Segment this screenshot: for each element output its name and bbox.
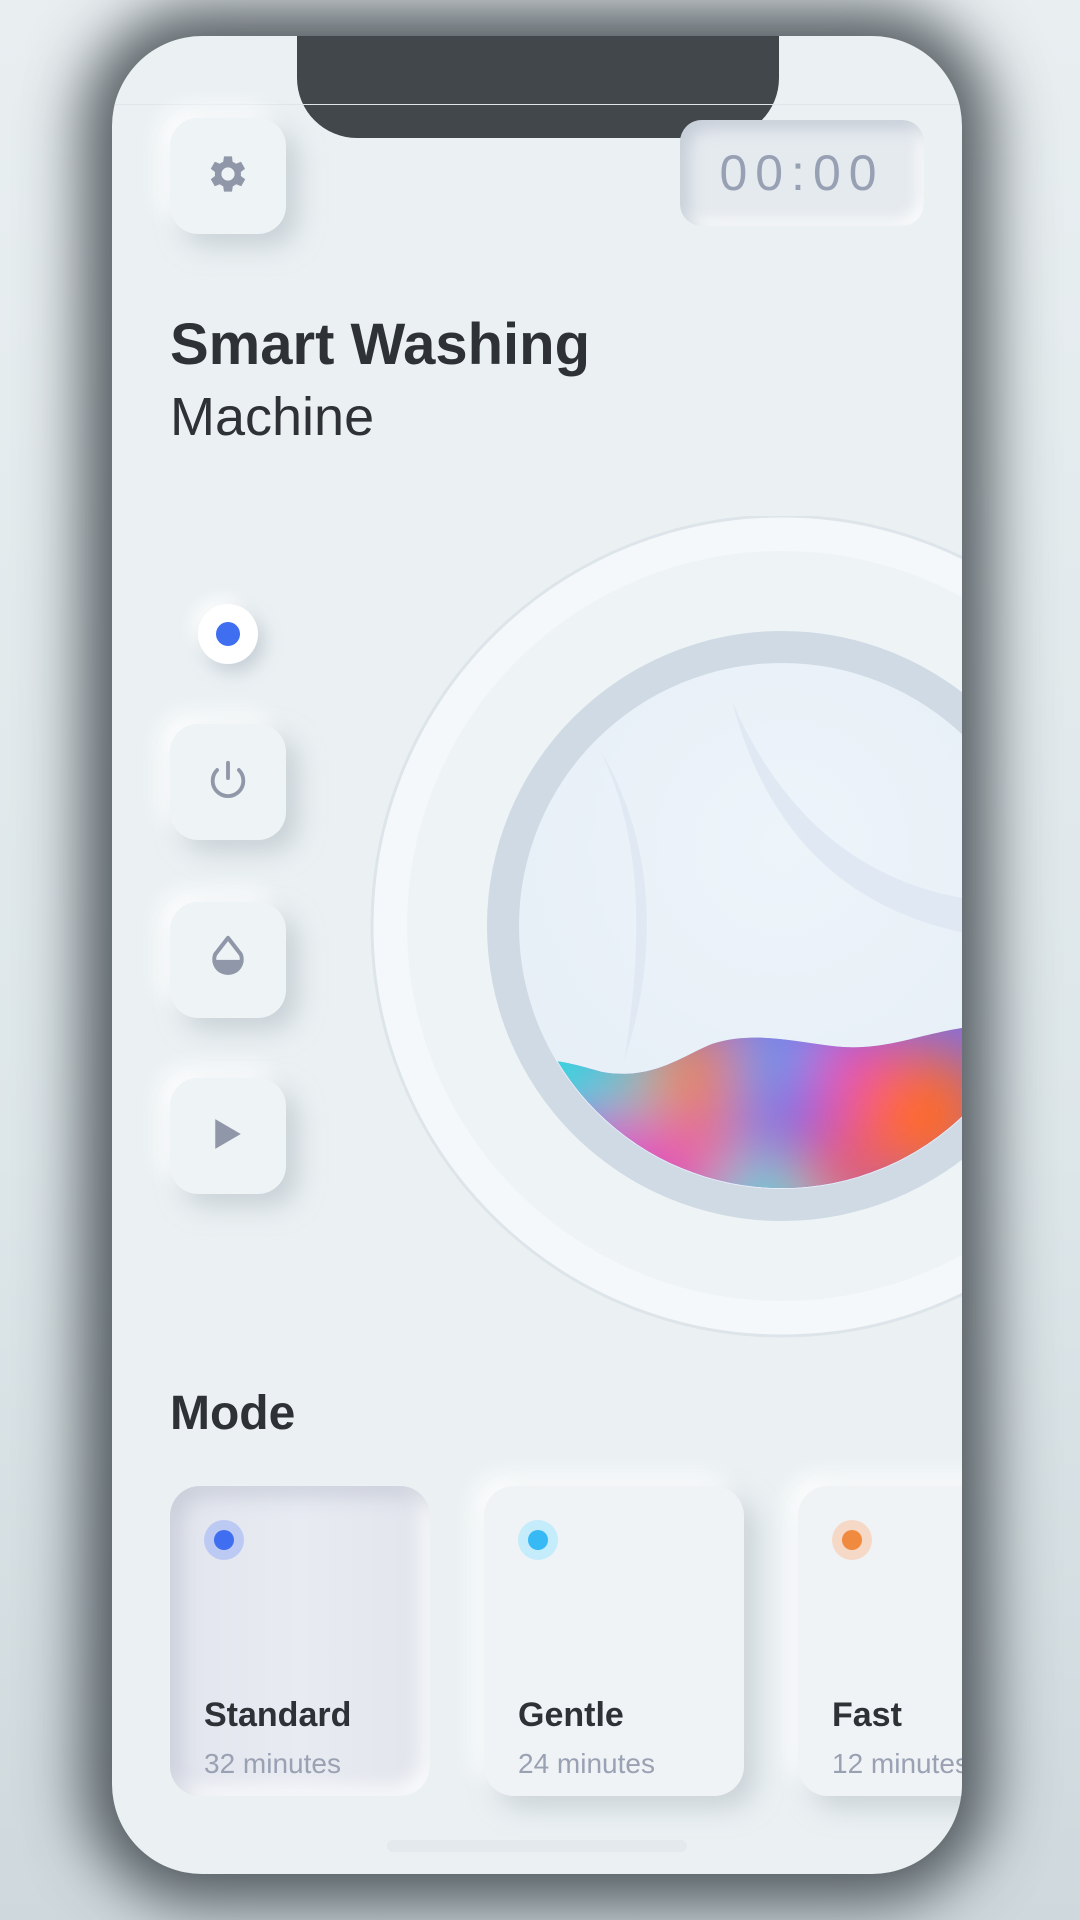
mode-card-standard[interactable]: Standard 32 minutes — [170, 1486, 430, 1796]
mode-name: Standard — [204, 1696, 352, 1734]
play-button[interactable] — [170, 1078, 286, 1194]
mode-indicator — [518, 1520, 558, 1560]
washing-drum — [370, 516, 962, 1338]
status-indicator[interactable] — [198, 604, 258, 664]
page-title: Smart Washing — [170, 312, 591, 377]
mode-card-fast[interactable]: Fast 12 minutes — [798, 1486, 962, 1796]
gear-icon — [204, 150, 252, 203]
indicator-dot — [216, 622, 240, 646]
mode-indicator — [832, 1520, 872, 1560]
mode-duration: 32 minutes — [204, 1748, 341, 1779]
settings-button[interactable] — [170, 118, 286, 234]
power-icon — [205, 757, 251, 808]
page-subtitle: Machine — [170, 387, 375, 447]
mode-indicator — [204, 1520, 244, 1560]
mode-card-gentle[interactable]: Gentle 24 minutes — [484, 1486, 744, 1796]
mode-name: Fast — [832, 1696, 902, 1734]
mode-section-title: Mode — [170, 1387, 296, 1440]
status-bar-divider — [112, 104, 962, 105]
home-indicator[interactable] — [387, 1840, 687, 1852]
power-button[interactable] — [170, 724, 286, 840]
water-drop-icon — [206, 934, 250, 987]
mode-duration: 12 minutes — [832, 1748, 962, 1779]
play-icon — [213, 1117, 243, 1156]
mode-duration: 24 minutes — [518, 1748, 655, 1779]
mode-name: Gentle — [518, 1696, 624, 1734]
phone-frame: 00:00 Smart Washing Machine Mode Standar… — [112, 36, 962, 1874]
water-button[interactable] — [170, 902, 286, 1018]
timer-display: 00:00 — [680, 120, 924, 226]
